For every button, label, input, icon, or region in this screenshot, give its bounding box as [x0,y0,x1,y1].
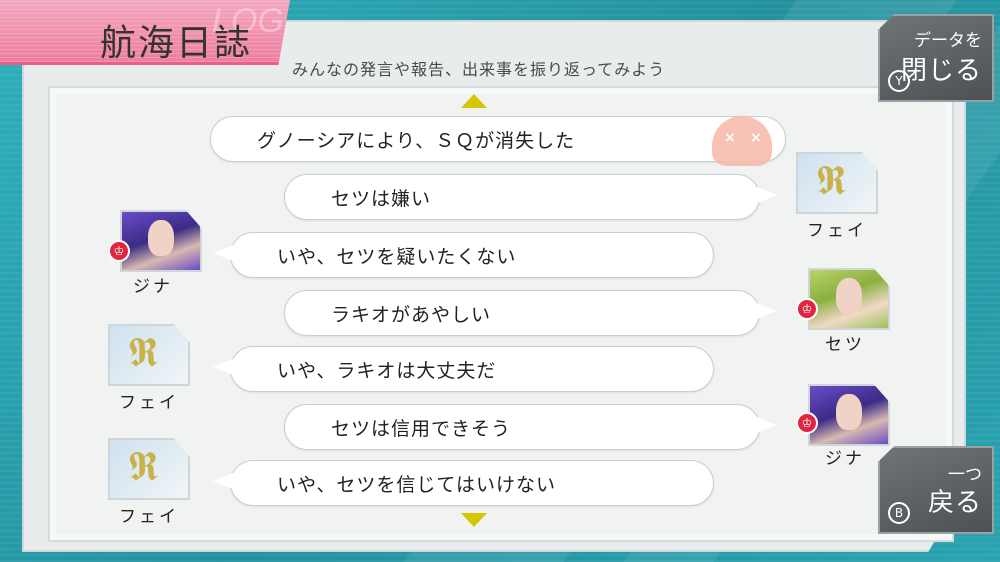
log-message-text: いや、セツを疑いたくない [277,245,517,268]
log-message: いや、ラキオは大丈夫だ [213,346,714,392]
speaker-name: フェイ [119,507,179,527]
face-icon [836,394,862,430]
close-data-button-sub: データを [914,31,982,51]
speaker-name: ジナ [133,277,173,297]
log-message-text: いや、セツを信じてはいけない [277,473,557,496]
log-message: ラキオがあやしい [284,290,777,336]
portrait-gina[interactable] [808,384,890,446]
face-icon [836,278,862,314]
face-icon [148,220,174,256]
portrait-fei[interactable]: 𝕽 [796,152,878,214]
scroll-down-arrow-icon[interactable] [461,513,487,527]
page-title: 航海日誌 [100,23,253,64]
log-message-text: セツは信用できそう [331,417,512,440]
role-badge-icon: ♔ [108,240,130,262]
portrait-gina[interactable] [120,210,202,272]
speaker-name: フェイ [119,393,179,413]
role-badge-icon: ♔ [796,412,818,434]
y-key-icon: Y [888,70,910,92]
log-message-text: セツは嫌い [331,187,432,210]
page-subtitle: みんなの発言や報告、出来事を振り返ってみよう [292,60,666,79]
log-message: いや、セツを疑いたくない [213,232,714,278]
log-message-text: ラキオがあやしい [331,303,492,326]
log-message: いや、セツを信じてはいけない [213,460,714,506]
emblem-glyph-icon: 𝕽 [128,330,159,376]
log-message-text: いや、ラキオは大丈夫だ [277,359,497,382]
b-key-icon: B [888,502,910,524]
close-data-button[interactable]: データを 閉じる Y [878,14,994,102]
speaker-name: セツ [825,335,865,355]
close-data-button-label: 閉じる [900,56,982,86]
log-message-text: グノーシアにより、ＳＱが消失した [257,129,576,152]
log-message: セツは信用できそう [284,404,777,450]
emblem-glyph-icon: 𝕽 [128,444,159,490]
log-message: セツは嫌い [284,174,777,220]
speaker-name: フェイ [807,221,867,241]
role-badge-icon: ♔ [796,298,818,320]
portrait-fei[interactable]: 𝕽 [108,324,190,386]
emblem-glyph-icon: 𝕽 [816,158,847,204]
back-button-label: 戻る [927,488,982,518]
back-button[interactable]: 一つ 戻る B [878,446,994,534]
speaker-name: ジナ [825,449,865,469]
log-message: グノーシアにより、ＳＱが消失した [210,116,786,162]
scroll-up-arrow-icon[interactable] [461,94,487,108]
portrait-fei[interactable]: 𝕽 [108,438,190,500]
portrait-setsu[interactable] [808,268,890,330]
